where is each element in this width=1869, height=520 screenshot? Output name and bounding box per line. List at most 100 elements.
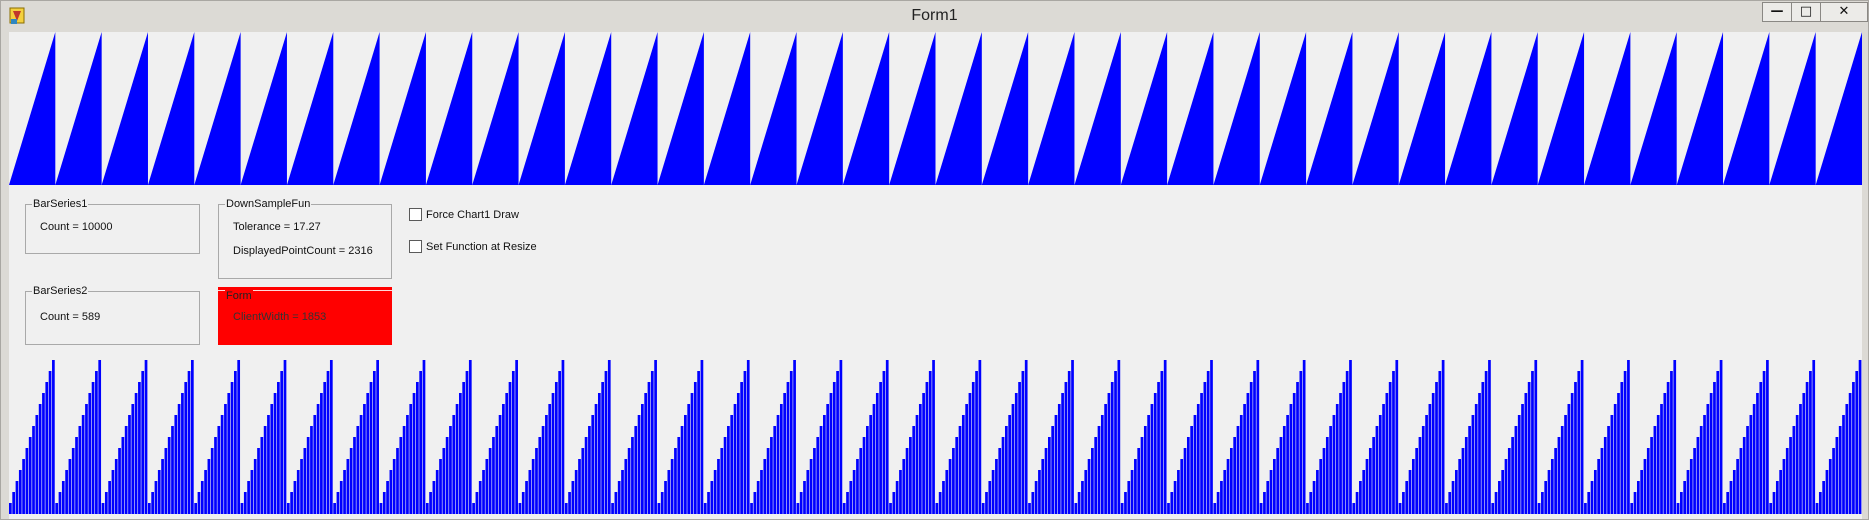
chart2-bar (925, 382, 929, 514)
chart2-bar (1666, 382, 1670, 514)
chart1-sawtooth-segment (1120, 32, 1168, 185)
chart2-bar (310, 426, 313, 514)
chart2-bar (439, 459, 442, 514)
chart2-bar (1544, 481, 1548, 514)
close-button[interactable]: ✕ (1820, 2, 1868, 22)
chart2-bar (561, 360, 565, 514)
chart2-bar (396, 448, 399, 514)
chart2-bar (932, 360, 935, 514)
chart2-bar (727, 426, 730, 514)
chart2-bar (1713, 382, 1716, 514)
chart2-bar (339, 481, 343, 514)
chart2-bar (12, 492, 16, 514)
chart2-bar (1498, 481, 1501, 514)
chart2-bar (147, 503, 151, 514)
chart2-bar (826, 404, 830, 514)
minimize-button[interactable]: — (1762, 2, 1792, 22)
chart2-bar (1392, 371, 1395, 514)
chart2-bar (1279, 437, 1283, 514)
chart2-bar (1213, 503, 1217, 514)
chart2-bar (505, 393, 509, 514)
chart2-bar (1736, 459, 1739, 514)
chart1-sawtooth-segment (564, 32, 612, 185)
chart2-bar (670, 459, 674, 514)
close-icon: ✕ (1838, 4, 1850, 19)
chart2-bar (492, 437, 495, 514)
chart2-bar (617, 481, 621, 514)
chart2[interactable] (9, 360, 1862, 514)
checkbox-box[interactable] (409, 240, 422, 253)
chart2-bar (316, 404, 320, 514)
chart2-bar (419, 371, 423, 514)
chart1-sawtooth-segment (1259, 32, 1307, 185)
chart2-bar (15, 481, 19, 514)
chart2-bar (1541, 492, 1544, 514)
chart2-bar (1643, 459, 1647, 514)
chart2-bar (766, 448, 770, 514)
chart1-sawtooth-segment (1306, 32, 1353, 185)
chart2-bar (237, 360, 241, 514)
chart2-bar (257, 448, 260, 514)
chart2-bar (584, 437, 588, 514)
chart2-bar (1239, 415, 1243, 514)
chart1-sawtooth-segment (657, 32, 704, 185)
chart2-bar (416, 382, 419, 514)
client-width-label: ClientWidth = 1853 (233, 311, 327, 323)
chart2-bar (1739, 448, 1743, 514)
chart2-bar (1507, 448, 1511, 514)
chart2-bar (1081, 481, 1084, 514)
chart2-bar (214, 437, 217, 514)
maximize-button[interactable]: □ (1791, 2, 1821, 22)
chart2-bar (902, 459, 906, 514)
chart2-bar (558, 371, 561, 514)
chart2-bar (141, 371, 145, 514)
chart2-bar (988, 481, 992, 514)
chart2-bar (1620, 382, 1624, 514)
chart2-bar (1501, 470, 1505, 514)
chart2-bar (885, 360, 889, 514)
chart2-bar (104, 492, 108, 514)
chart2-bar (1335, 404, 1339, 514)
chart2-bar (134, 393, 138, 514)
chart2-bar (1610, 415, 1614, 514)
checkbox-box[interactable] (409, 208, 422, 221)
chart2-bar (591, 415, 595, 514)
title-bar[interactable]: Form1 — □ ✕ (1, 1, 1868, 31)
chart2-bar (1372, 437, 1375, 514)
chart2-bar (52, 360, 55, 514)
chart2-bar (18, 470, 22, 514)
chart1-sawtooth-segment (1630, 32, 1677, 185)
form-client-area: BarSeries1 Count = 10000 DownSampleFun T… (9, 32, 1862, 519)
chart2-bar (1809, 371, 1812, 514)
chart2-bar (1120, 503, 1124, 514)
chart2-bar (1845, 404, 1849, 514)
chart2-bar (1709, 393, 1713, 514)
chart2-bar (1723, 503, 1726, 514)
chart2-bar (703, 503, 707, 514)
chart2-bar (1825, 470, 1829, 514)
force-chart1-draw-label: Force Chart1 Draw (426, 209, 519, 221)
chart2-bar (1147, 415, 1150, 514)
chart2-bar (614, 492, 618, 514)
chart2-bar (111, 470, 115, 514)
chart2-bar (459, 393, 462, 514)
chart2-bar (320, 393, 323, 514)
chart2-bar (1633, 492, 1637, 514)
chart2-bar (1091, 448, 1094, 514)
chart2-bar (631, 437, 634, 514)
chart2-bar (624, 459, 628, 514)
chart2-bar (733, 404, 737, 514)
chart2-bar (1818, 492, 1822, 514)
chart2-bar (1134, 459, 1137, 514)
chart2-bar (1673, 360, 1677, 514)
chart2-bar (531, 459, 535, 514)
chart2-bar (1266, 481, 1270, 514)
chart1[interactable] (9, 32, 1862, 185)
chart2-bar (809, 459, 813, 514)
chart2-bar (1835, 437, 1839, 514)
chart2-bar (948, 459, 952, 514)
chart2-bar (1458, 459, 1462, 514)
chart2-bar (432, 481, 436, 514)
chart1-sawtooth-segment (1167, 32, 1214, 185)
chart2-bar (1259, 503, 1263, 514)
